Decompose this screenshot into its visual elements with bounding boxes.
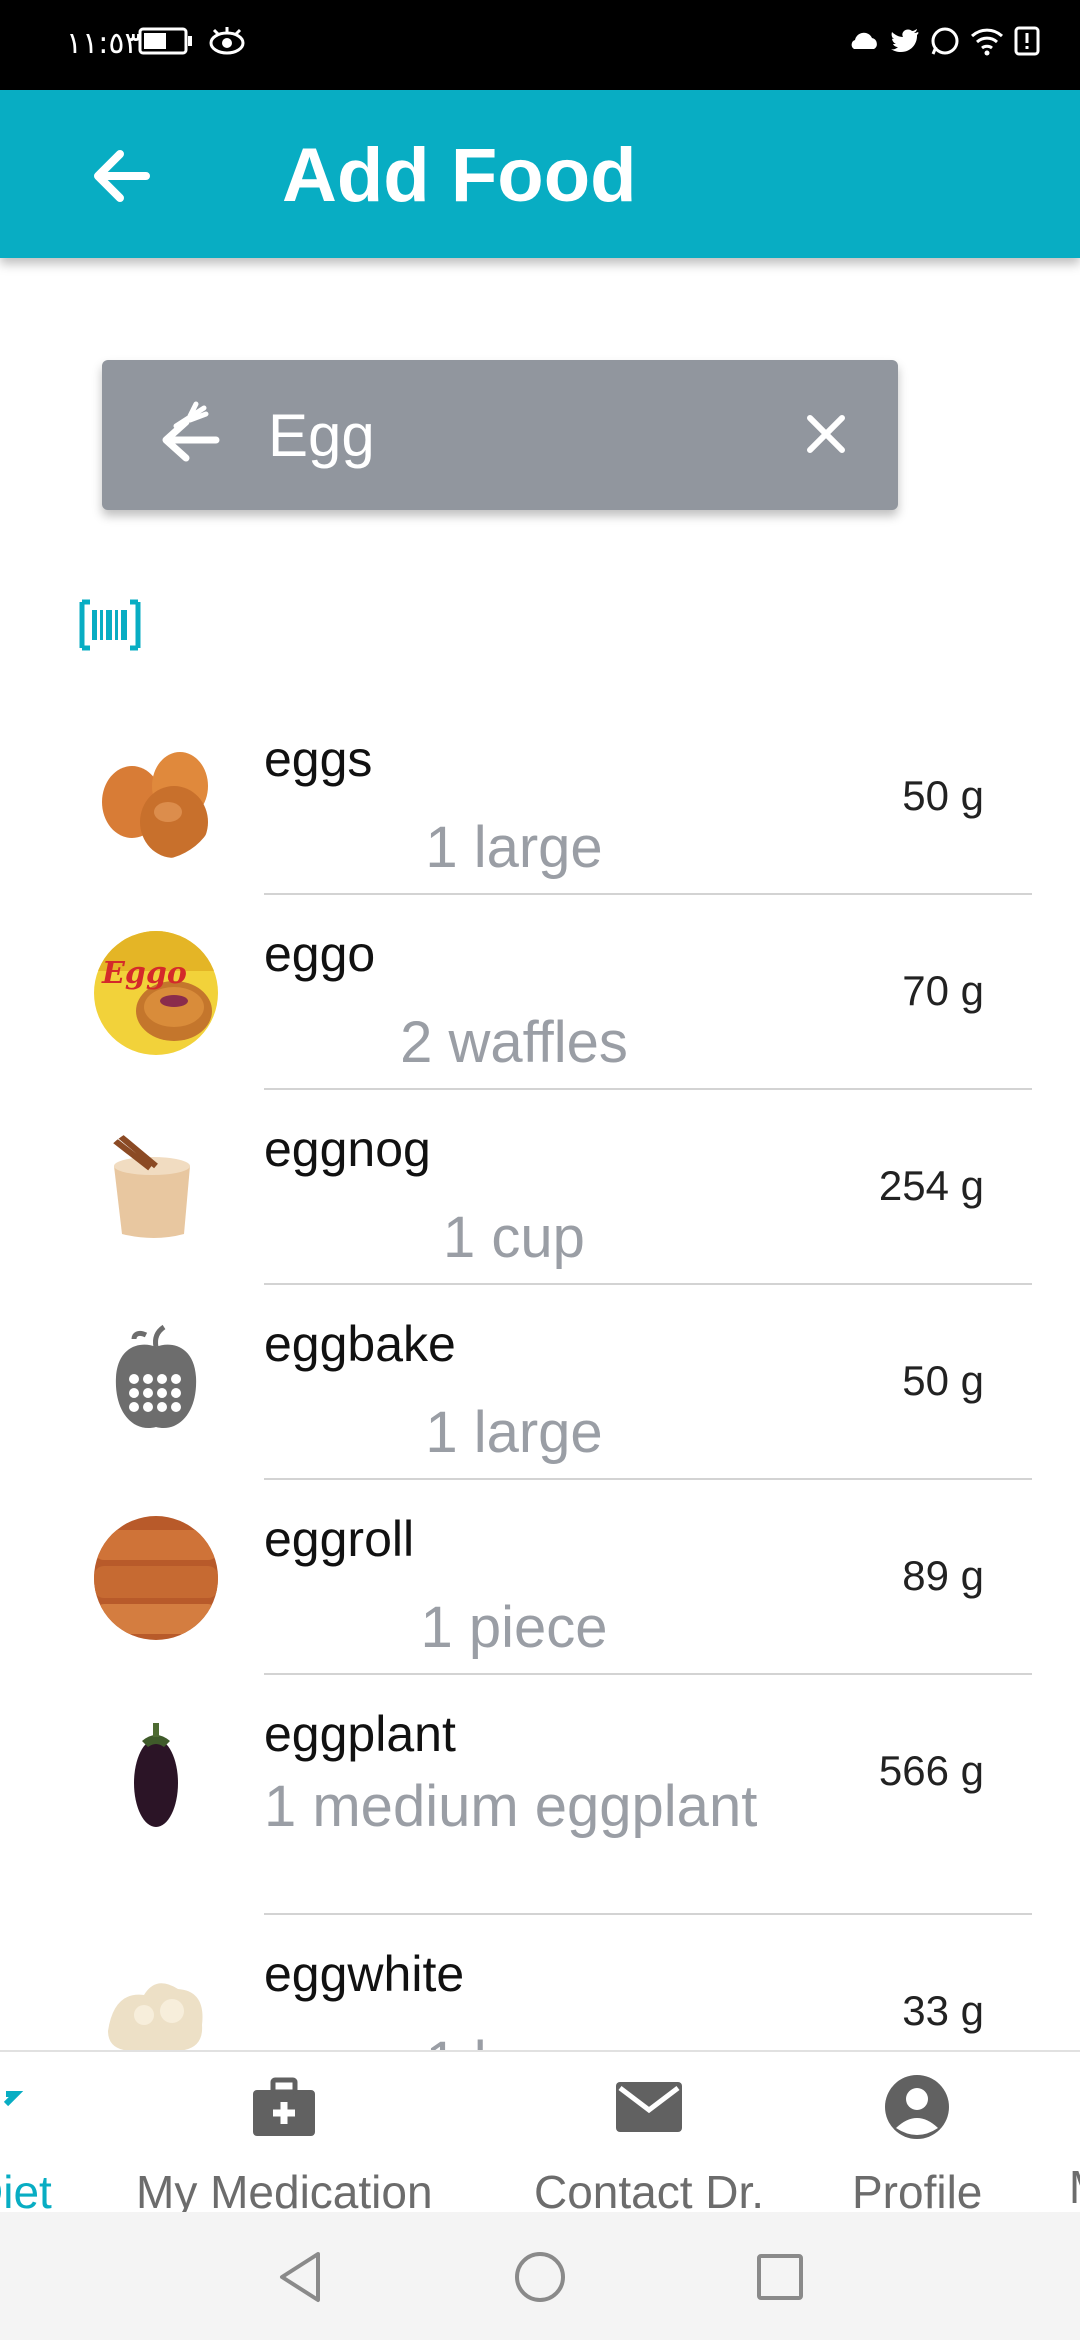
eggwhite-image — [94, 1951, 218, 2050]
cloud-icon — [846, 29, 880, 58]
food-portion: 1 piece — [420, 1595, 608, 1660]
nav-diet[interactable]: Diet — [0, 2072, 52, 2219]
list-item[interactable]: eggnog 254 g 1 cup — [0, 1090, 1080, 1285]
arrow-left-icon[interactable] — [80, 136, 160, 216]
nav-label: Contact Dr. — [534, 2166, 765, 2218]
food-name: eggbake — [264, 1316, 456, 1372]
search-bar — [102, 360, 898, 510]
eggnog-image — [94, 1126, 218, 1250]
home-circle-icon[interactable] — [505, 2242, 575, 2312]
status-time: ١١:٥٣ — [66, 26, 141, 61]
food-name: eggwhite — [264, 1946, 465, 2002]
list-item[interactable]: eggroll 89 g 1 piece — [0, 1480, 1080, 1675]
nav-profile[interactable]: Profile — [852, 2072, 982, 2219]
food-weight: 50 g — [902, 772, 984, 819]
alert-icon — [1014, 26, 1040, 61]
nav-contact-dr[interactable]: Contact Dr. — [534, 2072, 764, 2219]
nav-more-icon — [1068, 2072, 1080, 2142]
food-portion: 1 large — [425, 1400, 603, 1465]
barcode-icon[interactable] — [78, 598, 142, 652]
nav-label: Profile — [852, 2166, 983, 2218]
list-item[interactable]: eggwhite 33 g 1 large — [0, 1915, 1080, 2050]
eggo-image: Eggo — [94, 931, 218, 1055]
nav-label: Diet — [0, 2166, 52, 2218]
battery-icon — [138, 27, 194, 60]
recents-square-icon[interactable] — [745, 2242, 815, 2312]
food-name: eggroll — [264, 1511, 415, 1567]
mail-icon — [614, 2072, 684, 2147]
wifi-icon — [970, 26, 1004, 61]
list-item[interactable]: eggbake 50 g 1 large — [0, 1285, 1080, 1480]
bottom-navigation: Diet My Medication Contact Dr. Profile M — [0, 2050, 1080, 2218]
back-triangle-icon[interactable] — [266, 2242, 336, 2312]
food-weight: 89 g — [902, 1552, 984, 1599]
food-name: eggo — [264, 926, 376, 982]
food-weight: 566 g — [878, 1747, 984, 1794]
svg-text:Eggo: Eggo — [101, 956, 187, 991]
food-weight: 254 g — [878, 1162, 984, 1209]
diet-icon — [0, 2072, 46, 2147]
eye-icon — [208, 26, 246, 61]
whatsapp-icon — [930, 26, 960, 61]
eggs-image — [94, 736, 218, 860]
nav-more[interactable]: M — [1068, 2072, 1080, 2214]
eggplant-image — [94, 1711, 218, 1835]
calculator-apple-icon — [94, 1321, 218, 1445]
food-weight: 33 g — [902, 1987, 984, 2034]
list-item[interactable]: Eggo eggo 70 g 2 waffles — [0, 895, 1080, 1090]
food-name: eggplant — [264, 1706, 456, 1762]
nav-label: My Medication — [136, 2166, 433, 2218]
search-input[interactable] — [266, 394, 730, 476]
food-name: eggnog — [264, 1121, 431, 1177]
eggroll-image — [94, 1516, 218, 1640]
twitter-icon — [890, 27, 920, 60]
nav-my-medication[interactable]: My Medication — [136, 2072, 433, 2219]
food-portion: 1 large — [264, 2029, 764, 2050]
account-circle-icon — [882, 2072, 952, 2147]
food-list: eggs 50 g 1 large Eggo eggo 70 g 2 waffl… — [0, 700, 1080, 2050]
food-portion: 1 medium eggplant — [264, 1774, 758, 1839]
close-icon[interactable] — [796, 404, 856, 464]
food-portion: 2 waffles — [400, 1010, 628, 1075]
nav-label: M — [1069, 2160, 1080, 2214]
food-name: eggs — [264, 731, 373, 787]
status-bar: ١١:٥٣ — [0, 0, 1080, 90]
food-search-icon[interactable] — [146, 396, 226, 476]
system-navigation — [0, 2212, 1080, 2340]
food-weight: 50 g — [902, 1357, 984, 1404]
list-item[interactable]: eggs 50 g 1 large — [0, 700, 1080, 895]
page-title: Add Food — [282, 133, 637, 218]
food-portion: 1 cup — [443, 1205, 585, 1270]
food-portion: 1 large — [425, 815, 603, 880]
medical-kit-icon — [249, 2072, 319, 2147]
app-bar: Add Food — [0, 90, 1080, 258]
food-weight: 70 g — [902, 967, 984, 1014]
list-item[interactable]: eggplant 566 g 1 medium eggplant — [0, 1675, 1080, 1915]
